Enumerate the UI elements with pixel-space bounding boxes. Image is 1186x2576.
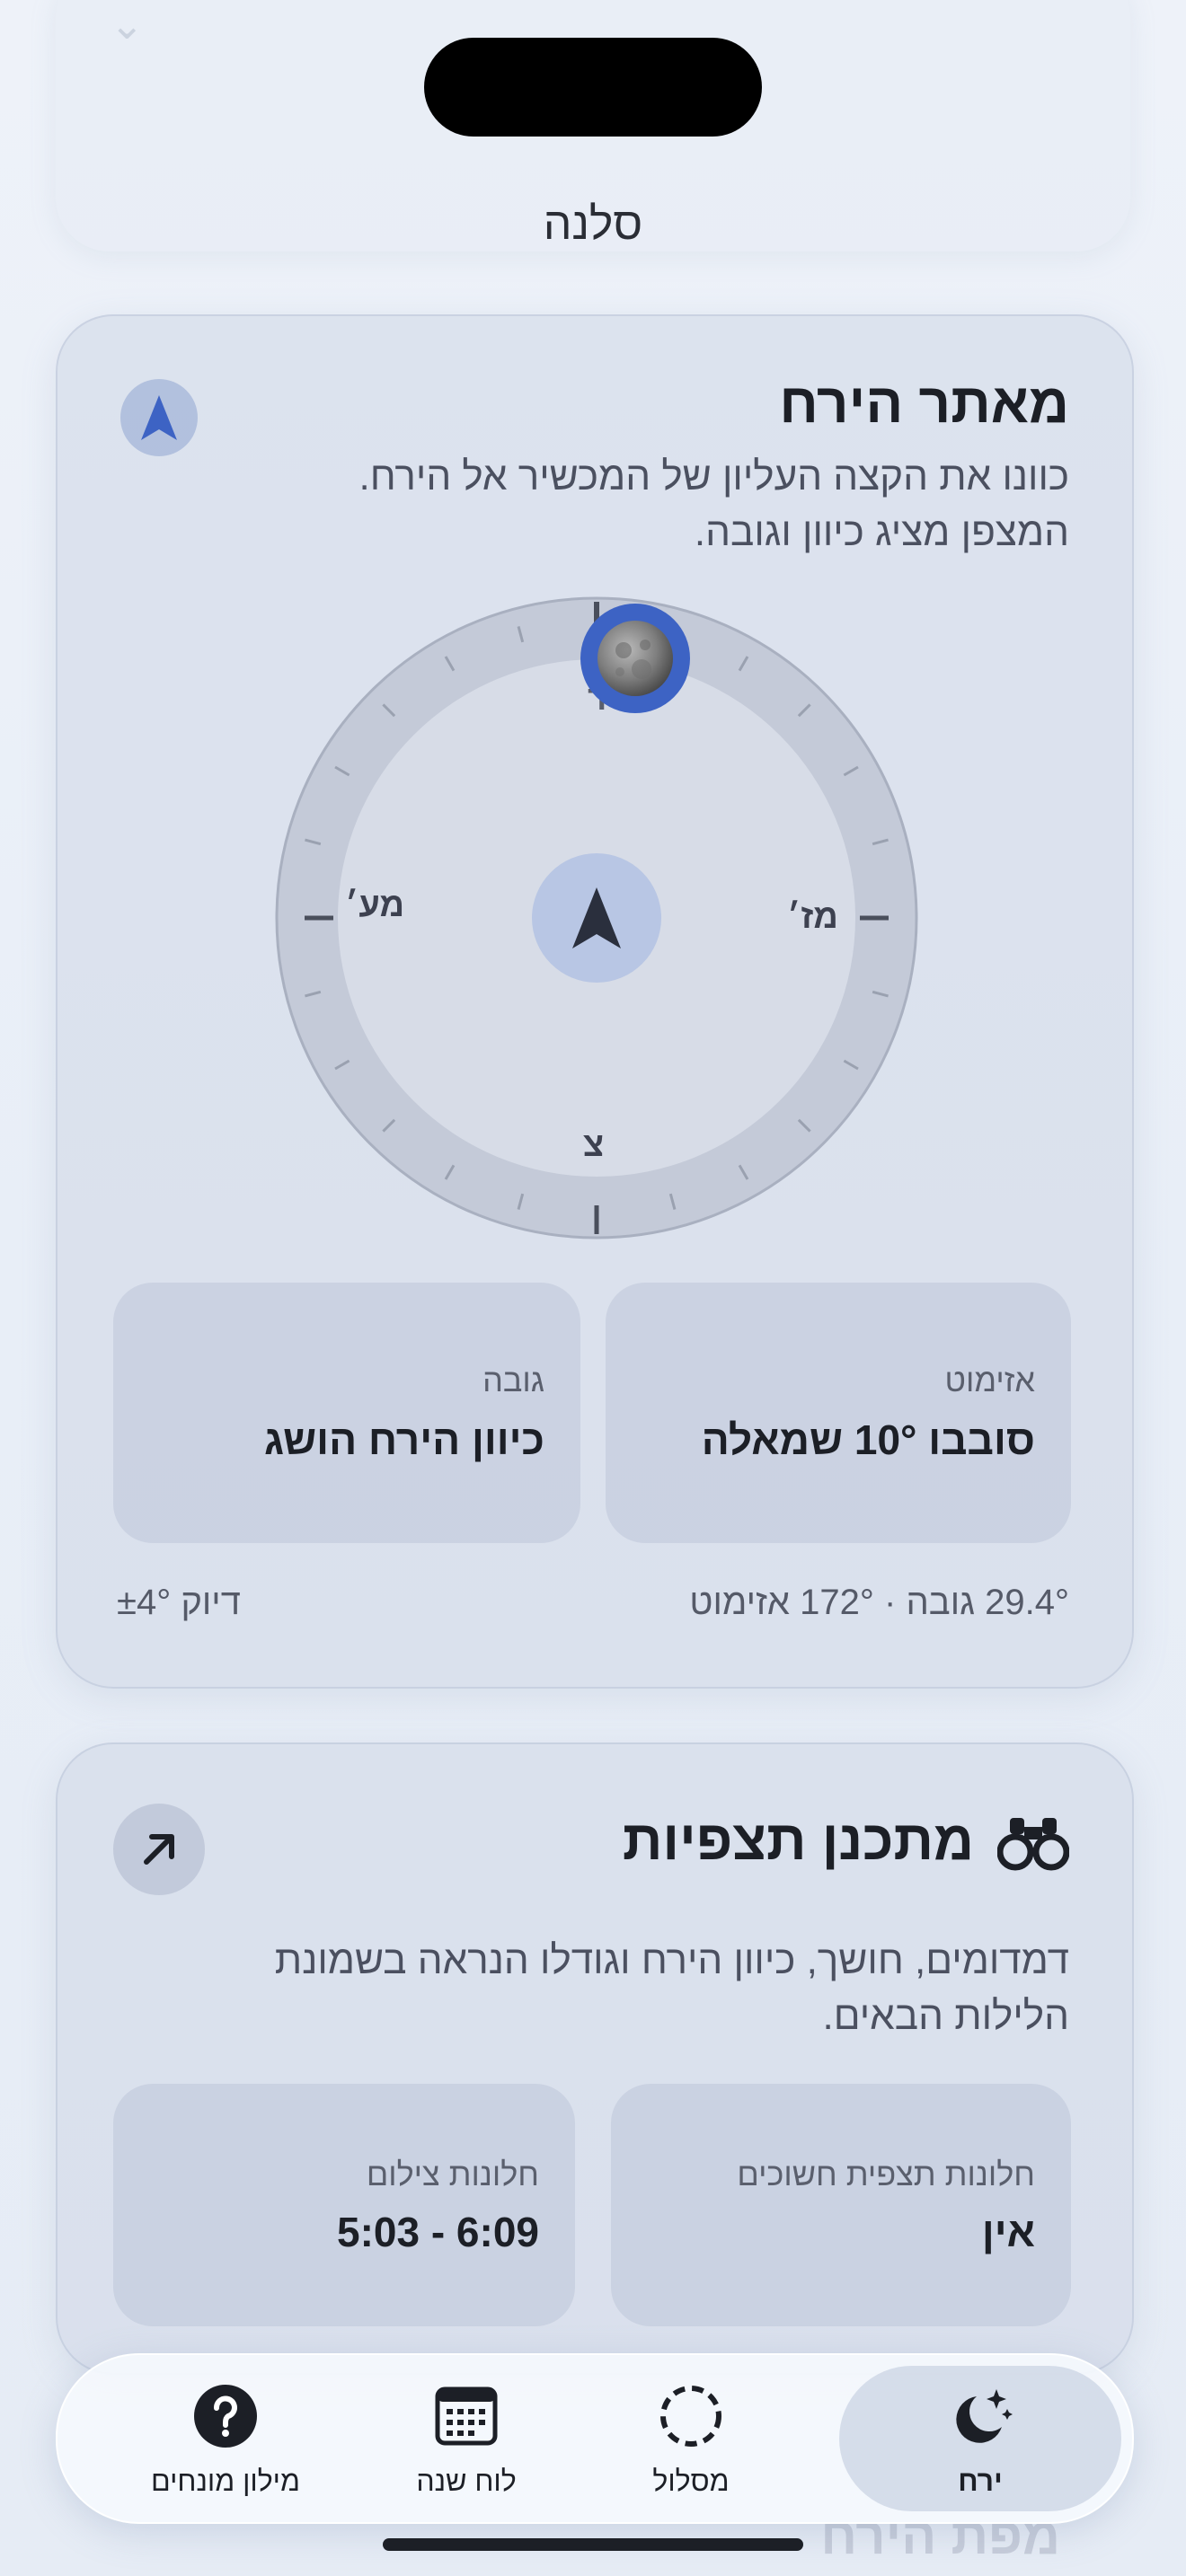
compass-west-label: מע׳ <box>345 887 405 924</box>
tab-orbit[interactable]: מסלול <box>561 2355 821 2522</box>
binoculars-icon <box>997 1818 1069 1871</box>
altitude-value: כיוון הירח הושג <box>264 1416 544 1463</box>
location-arrow-icon <box>141 395 177 440</box>
tab-calendar-label: לוח שנה <box>416 2465 517 2497</box>
finder-title: מאתר הירח <box>779 373 1069 435</box>
calendar-icon <box>435 2386 498 2446</box>
question-circle-icon <box>194 2385 257 2448</box>
photo-window-stat: חלונות צילום 5:03 - 6:09 <box>113 2084 575 2326</box>
compass-north-label: צ <box>583 1126 605 1164</box>
photo-window-value: 5:03 - 6:09 <box>336 2209 539 2255</box>
finder-accuracy: דיוק ±4° <box>117 1583 241 1622</box>
moon-finder-card: מאתר הירח כוונו את הקצה העליון של המכשיר… <box>56 314 1134 1689</box>
home-indicator[interactable] <box>383 2538 803 2551</box>
heading-indicator <box>532 853 661 983</box>
heading-arrow-icon <box>572 887 621 948</box>
app-title: סלנה <box>543 198 643 249</box>
arrow-up-right-icon <box>144 1834 174 1865</box>
dark-window-stat: חלונות תצפית חשוכים אין <box>611 2084 1071 2326</box>
moon-stars-icon <box>956 2389 1013 2443</box>
planner-description-line1: דמדומים, חושך, כיוון הירח וגודלו הנראה ב… <box>274 1938 1069 1982</box>
tab-moon[interactable]: ירח <box>839 2366 1121 2511</box>
observation-planner-card: מתכנן תצפיות דמדומים, חושך, כיוון הירח ו… <box>56 1742 1134 2375</box>
tab-glossary[interactable]: מילון מונחים <box>95 2355 356 2522</box>
finder-description-line2: המצפן מציג כיוון וגובה. <box>694 510 1069 554</box>
planner-description-line2: הלילות הבאים. <box>822 1994 1069 2038</box>
planner-title: מתכנן תצפיות <box>622 1810 974 1872</box>
dark-window-label: חלונות תצפית חשוכים <box>737 2156 1035 2192</box>
compass-east-label: מז׳ <box>787 898 838 936</box>
orbit-dashed-circle-icon <box>660 2386 721 2447</box>
altitude-label: גובה <box>482 1362 544 1398</box>
compass: צ מז׳ מע׳ ד <box>273 595 920 1241</box>
dark-window-value: אין <box>981 2209 1035 2255</box>
ghost-arrow: ⌄ <box>110 1 145 48</box>
tab-bar: ירח מסלול לוח שנה מילון מונחים <box>56 2353 1134 2524</box>
finder-description-line1: כוונו את הקצה העליון של המכשיר אל הירח. <box>358 454 1069 498</box>
dynamic-island <box>424 38 762 137</box>
open-planner-button[interactable] <box>113 1804 205 1895</box>
azimuth-stat: אזימוט סובבו 10° שמאלה <box>606 1283 1071 1543</box>
tab-moon-label: ירח <box>958 2465 1003 2497</box>
azimuth-value: סובבו 10° שמאלה <box>701 1416 1035 1463</box>
tab-glossary-label: מילון מונחים <box>151 2465 300 2497</box>
location-arrow-button[interactable] <box>120 379 198 456</box>
moon-icon <box>597 621 673 696</box>
tab-calendar[interactable]: לוח שנה <box>336 2355 597 2522</box>
azimuth-label: אזימוט <box>944 1362 1035 1398</box>
photo-window-label: חלונות צילום <box>366 2156 539 2192</box>
moon-marker <box>580 604 690 713</box>
tab-orbit-label: מסלול <box>652 2465 730 2497</box>
finder-reading: 29.4° גובה · 172° אזימוט <box>689 1583 1069 1622</box>
altitude-stat: גובה כיוון הירח הושג <box>113 1283 580 1543</box>
